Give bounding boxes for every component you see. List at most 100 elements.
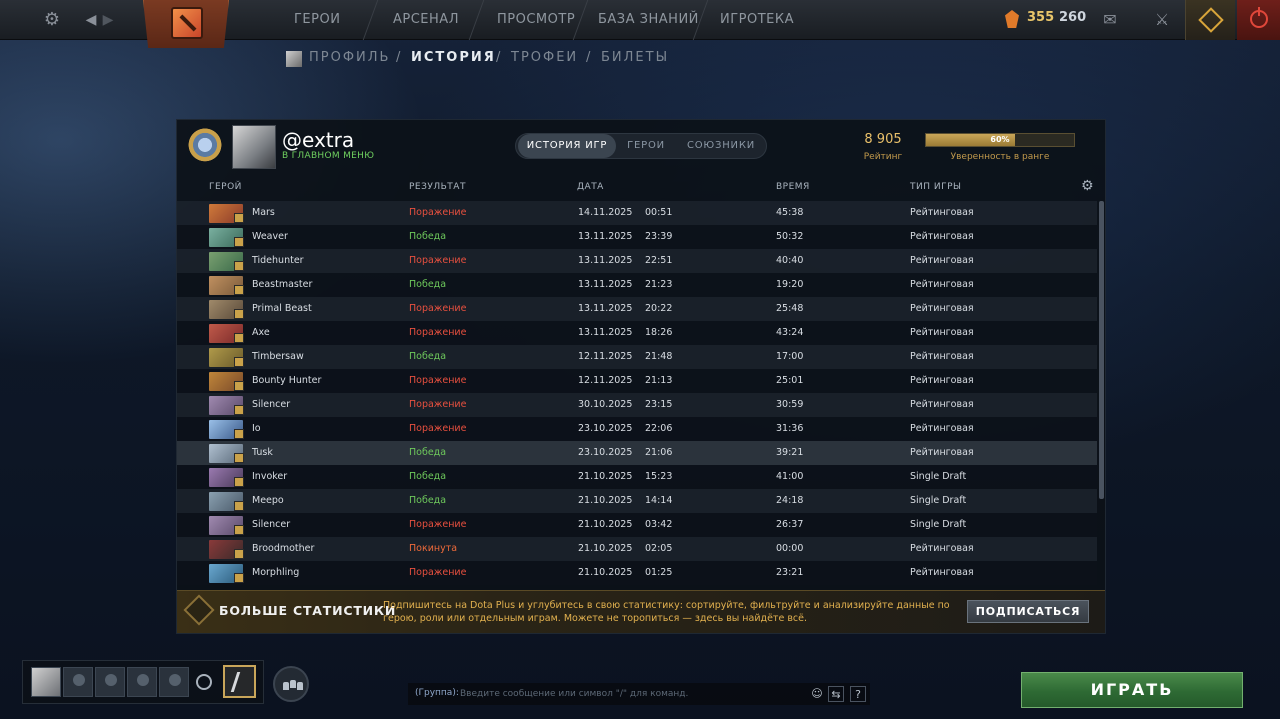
tab-allies[interactable]: СОЮЗНИКИ (678, 134, 764, 158)
column-header-game-type[interactable]: ТИП ИГРЫ (910, 182, 961, 192)
table-row[interactable]: Morphling Поражение 21.10.2025 01:25 23:21 Ре… (177, 561, 1097, 585)
forward-icon[interactable]: ▶ (96, 8, 120, 32)
gear-icon[interactable]: ⚙ (40, 8, 64, 32)
hero-name: Bounty Hunter (252, 375, 322, 386)
subnav-history[interactable]: ИСТОРИЯ (411, 50, 496, 68)
match-time: 15:23 (645, 471, 673, 482)
armory-icon[interactable]: ⚔ (1150, 8, 1174, 32)
chat-channel[interactable]: (Группа): (415, 688, 459, 698)
subnav-separator: / (396, 50, 401, 65)
column-header-duration[interactable]: ВРЕМЯ (776, 182, 810, 192)
match-duration: 17:00 (776, 351, 804, 362)
match-duration: 31:36 (776, 423, 804, 434)
hero-portrait (209, 324, 244, 343)
match-duration: 40:40 (776, 255, 804, 266)
gear-icon[interactable]: ⚙ (1081, 179, 1095, 193)
rank-tier-icon[interactable] (223, 665, 256, 698)
chat-settings-icon[interactable]: ⇆ (828, 686, 844, 702)
chat-input[interactable] (460, 683, 800, 705)
match-duration: 24:18 (776, 495, 804, 506)
tab-match-history[interactable]: ИСТОРИЯ ИГР (518, 134, 616, 158)
nav-armory[interactable]: АРСЕНАЛ (393, 0, 459, 40)
game-type: Рейтинговая (910, 255, 974, 266)
table-row[interactable]: Timbersaw Победа 12.11.2025 21:48 17:00 Рейти… (177, 345, 1097, 369)
emoji-icon[interactable]: ☺ (809, 686, 825, 702)
hero-portrait (209, 252, 244, 271)
match-date: 13.11.2025 (578, 303, 633, 314)
game-type: Рейтинговая (910, 279, 974, 290)
table-row[interactable]: Meepo Победа 21.10.2025 14:14 24:18 Single Dr… (177, 489, 1097, 513)
help-icon[interactable]: ? (850, 686, 866, 702)
mail-icon[interactable]: ✉ (1098, 8, 1122, 32)
hero-portrait (209, 564, 244, 583)
match-date: 30.10.2025 (578, 399, 633, 410)
rank-confidence-label: Уверенность в ранге (950, 152, 1050, 162)
nav-watch[interactable]: ПРОСМОТР (497, 0, 575, 40)
table-row[interactable]: Silencer Поражение 30.10.2025 23:15 30:59 Рей… (177, 393, 1097, 417)
game-type: Рейтинговая (910, 207, 974, 218)
dota-logo[interactable] (143, 0, 229, 48)
subnav-tickets[interactable]: БИЛЕТЫ (601, 50, 669, 68)
match-time: 02:05 (645, 543, 673, 554)
table-row[interactable]: Io Поражение 23.10.2025 22:06 31:36 Рейтингов… (177, 417, 1097, 441)
nav-arcade[interactable]: ИГРОТЕКА (720, 0, 794, 40)
table-row[interactable]: Axe Поражение 13.11.2025 18:26 43:24 Рейтинго… (177, 321, 1097, 345)
subscribe-button[interactable]: ПОДПИСАТЬСЯ (967, 600, 1089, 623)
match-time: 21:48 (645, 351, 673, 362)
party-slot-empty[interactable] (159, 667, 189, 697)
party-slot-self[interactable] (31, 667, 61, 697)
match-date: 21.10.2025 (578, 471, 633, 482)
column-header-result[interactable]: РЕЗУЛЬТАТ (409, 182, 466, 192)
power-button[interactable] (1237, 0, 1280, 40)
table-row[interactable]: Beastmaster Победа 13.11.2025 21:23 19:20 Рей… (177, 273, 1097, 297)
avatar[interactable] (232, 125, 276, 169)
game-type: Рейтинговая (910, 327, 974, 338)
table-row[interactable]: Tusk Победа 23.10.2025 21:06 39:21 Рейтингова… (177, 441, 1097, 465)
match-date: 13.11.2025 (578, 255, 633, 266)
match-time: 22:51 (645, 255, 673, 266)
party-slot-empty[interactable] (127, 667, 157, 697)
hero-portrait (209, 300, 244, 319)
dota-plus-button[interactable] (1185, 0, 1235, 40)
game-type: Рейтинговая (910, 447, 974, 458)
match-date: 21.10.2025 (578, 495, 633, 506)
hero-name: Primal Beast (252, 303, 312, 314)
table-row[interactable]: Tidehunter Поражение 13.11.2025 22:51 40:40 Р… (177, 249, 1097, 273)
table-row[interactable]: Mars Поражение 14.11.2025 00:51 45:38 Рейтинг… (177, 201, 1097, 225)
nav-learn[interactable]: БАЗА ЗНАНИЙ (598, 0, 699, 40)
friends-button[interactable] (273, 666, 309, 702)
hero-name: Invoker (252, 471, 288, 482)
play-button[interactable]: ИГРАТЬ (1021, 672, 1243, 708)
subnav-trophies[interactable]: ТРОФЕИ (511, 50, 578, 68)
tab-heroes[interactable]: ГЕРОИ (620, 134, 672, 158)
hero-portrait (209, 348, 244, 367)
table-row[interactable]: Silencer Поражение 21.10.2025 03:42 26:37 Sin… (177, 513, 1097, 537)
power-icon (1250, 7, 1268, 28)
party-slot-empty[interactable] (95, 667, 125, 697)
table-row[interactable]: Invoker Победа 21.10.2025 15:23 41:00 Single … (177, 465, 1097, 489)
subnav-profile[interactable]: ПРОФИЛЬ (309, 50, 390, 68)
party-slot-empty[interactable] (63, 667, 93, 697)
username: @extra (282, 128, 355, 152)
role-badge-icon (234, 381, 244, 391)
table-row[interactable]: Primal Beast Поражение 13.11.2025 20:22 25:4… (177, 297, 1097, 321)
column-header-hero[interactable]: ГЕРОЙ (209, 182, 242, 192)
voice-chat-icon[interactable] (196, 674, 212, 690)
match-duration: 26:37 (776, 519, 804, 530)
match-result: Поражение (409, 423, 467, 434)
match-date: 21.10.2025 (578, 567, 633, 578)
table-row[interactable]: Weaver Победа 13.11.2025 23:39 50:32 Рейтинго… (177, 225, 1097, 249)
person-icon (73, 674, 85, 686)
hero-name: Broodmother (252, 543, 315, 554)
rating-label: Рейтинг (863, 152, 903, 162)
rank-medal-icon[interactable] (184, 126, 226, 168)
hero-name: Tidehunter (252, 255, 304, 266)
table-row[interactable]: Broodmother Покинута 21.10.2025 02:05 00:00 Р… (177, 537, 1097, 561)
column-header-date[interactable]: ДАТА (577, 182, 604, 192)
table-row[interactable]: Bounty Hunter Поражение 12.11.2025 21:13 25:… (177, 369, 1097, 393)
game-type: Рейтинговая (910, 399, 974, 410)
scrollbar[interactable] (1099, 201, 1104, 499)
hero-name: Beastmaster (252, 279, 313, 290)
hero-portrait (209, 396, 244, 415)
nav-heroes[interactable]: ГЕРОИ (294, 0, 340, 40)
